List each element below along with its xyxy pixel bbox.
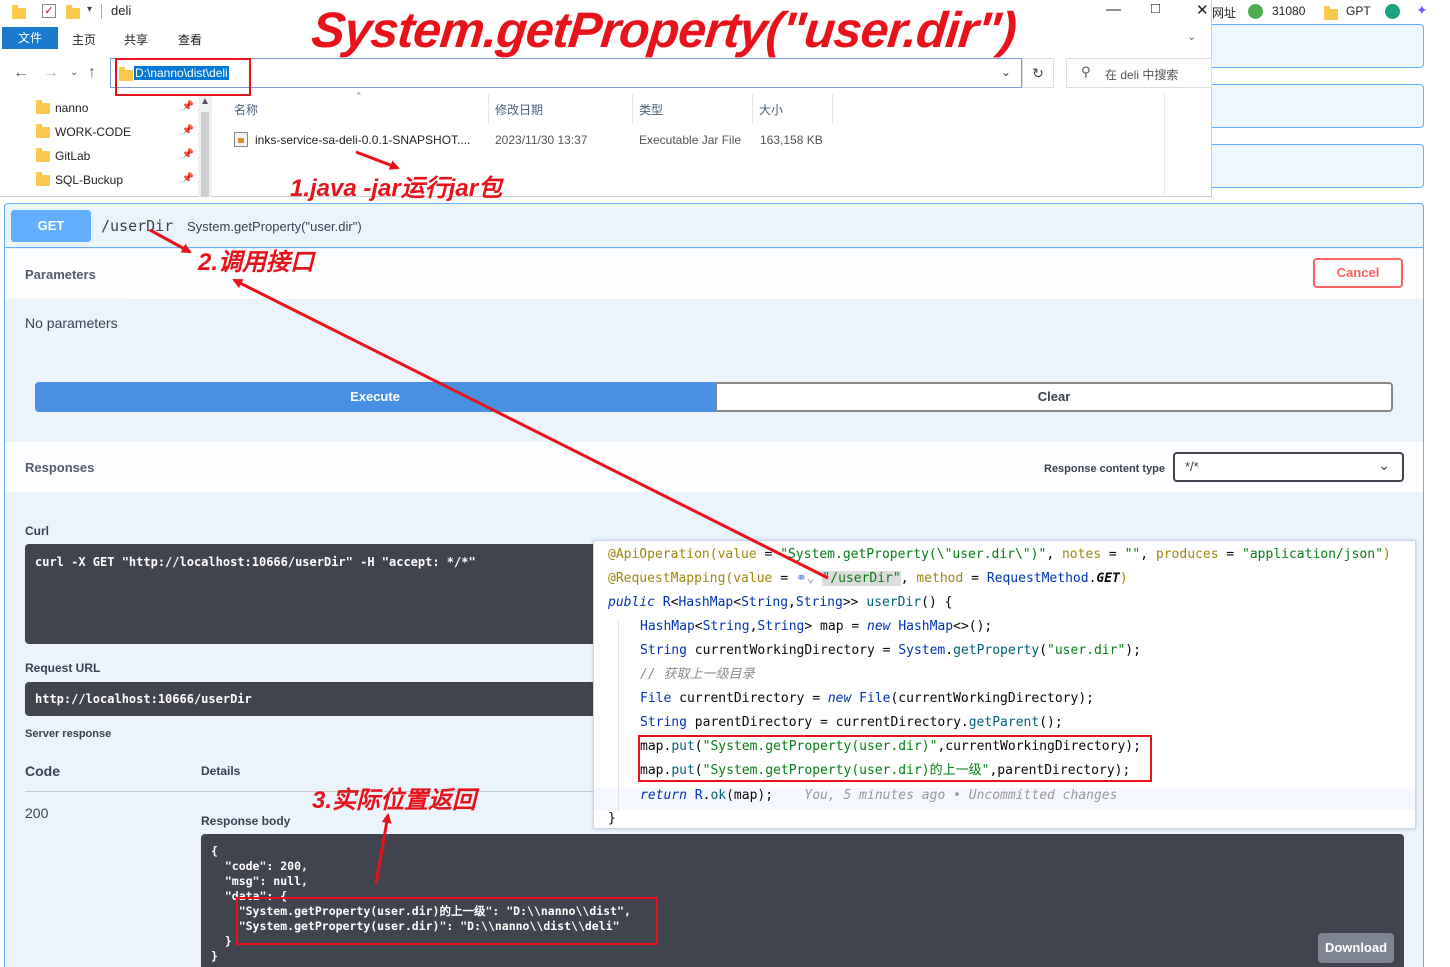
- arrow-to-response: [374, 813, 392, 885]
- arrow-to-jar: [355, 150, 400, 170]
- arrow-code-to-swagger: [232, 278, 829, 580]
- annotation-arrows: [149, 150, 829, 885]
- arrow-to-endpoint: [149, 228, 192, 254]
